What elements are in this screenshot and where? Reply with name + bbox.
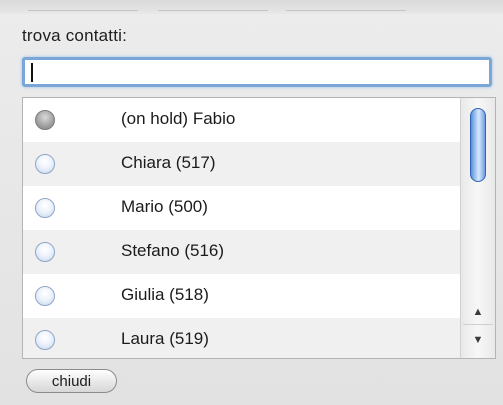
vertical-scrollbar[interactable]: ▲ ▼: [460, 98, 495, 358]
scroll-up-arrow-icon[interactable]: ▲: [471, 306, 485, 318]
close-button[interactable]: chiudi: [26, 369, 117, 393]
top-edge-segment: [286, 2, 406, 11]
contact-list-rows: (on hold) Fabio Chiara (517) Mario (500)…: [23, 98, 461, 358]
top-edge-segment: [28, 2, 138, 11]
contact-name: (on hold) Fabio: [121, 109, 236, 128]
radio-icon[interactable]: [35, 198, 55, 218]
radio-icon[interactable]: [35, 330, 55, 350]
contact-name: Laura (519): [121, 329, 209, 348]
radio-icon[interactable]: [35, 286, 55, 306]
contact-row-giulia[interactable]: Giulia (518): [23, 274, 461, 318]
radio-icon[interactable]: [35, 242, 55, 262]
hold-status-radio-icon[interactable]: [35, 110, 55, 130]
panel-top-edge: [0, 0, 503, 14]
contact-name: Stefano (516): [121, 241, 225, 260]
contact-row-chiara[interactable]: Chiara (517): [23, 142, 461, 186]
search-label: trova contatti:: [22, 26, 128, 45]
contact-row-fabio[interactable]: (on hold) Fabio: [23, 98, 461, 142]
scroll-thumb[interactable]: [470, 108, 486, 182]
top-edge-segment: [158, 2, 268, 11]
text-caret: [31, 63, 33, 82]
contact-finder-panel: trova contatti: (on hold) Fabio Chiara (…: [0, 0, 503, 405]
contact-name: Mario (500): [121, 197, 208, 216]
scroll-down-arrow-icon[interactable]: ▼: [471, 334, 485, 346]
search-input[interactable]: [22, 57, 492, 87]
contact-row-laura[interactable]: Laura (519): [23, 318, 461, 358]
contact-row-mario[interactable]: Mario (500): [23, 186, 461, 230]
contact-row-stefano[interactable]: Stefano (516): [23, 230, 461, 274]
contact-list[interactable]: (on hold) Fabio Chiara (517) Mario (500)…: [22, 97, 496, 359]
contact-name: Chiara (517): [121, 153, 216, 172]
scroll-arrow-divider: [463, 324, 493, 325]
contact-name: Giulia (518): [121, 285, 209, 304]
radio-icon[interactable]: [35, 154, 55, 174]
